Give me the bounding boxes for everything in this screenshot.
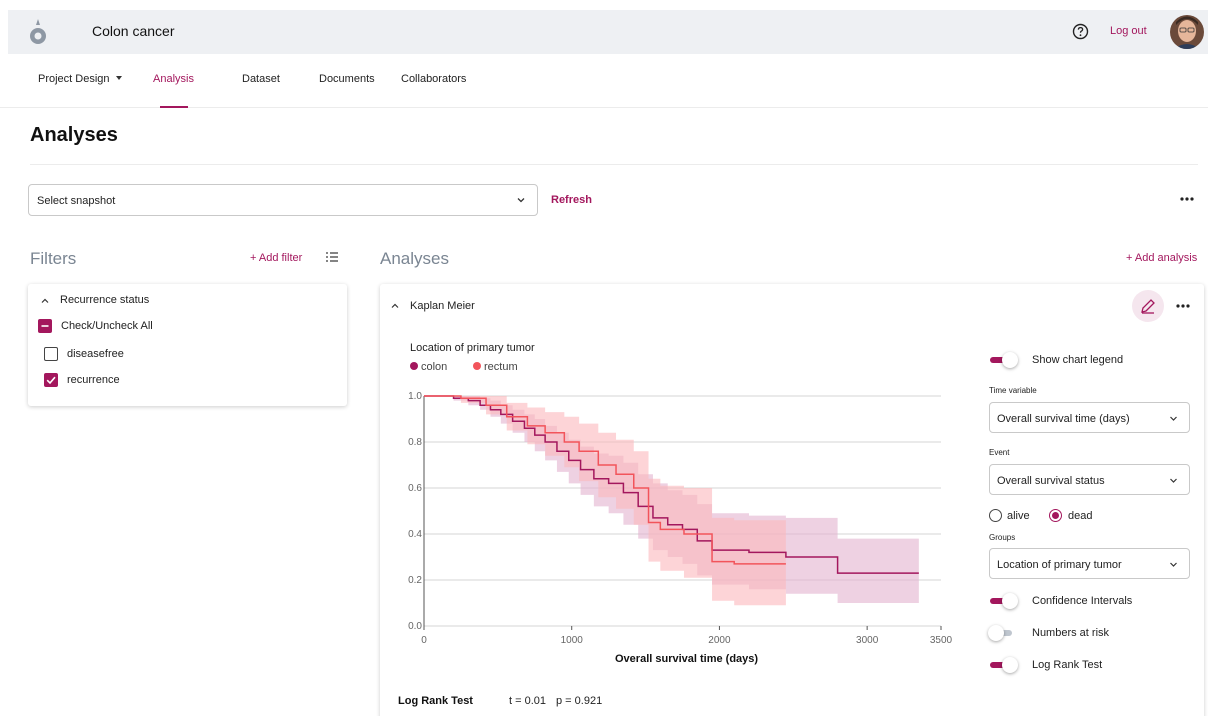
chevron-up-icon[interactable] [40, 296, 50, 306]
kaplan-meier-chart: 0.0 0.2 0.4 0.6 0.8 1.0 0 1000 2000 3000 3500 [408, 391, 953, 646]
groups-value: Location of primary tumor [997, 559, 1122, 571]
nav-dataset[interactable]: Dataset [242, 73, 280, 85]
x-tick-label: 3500 [930, 635, 953, 646]
page-title: Analyses [30, 124, 118, 146]
filter-card: Recurrence status Check/Uncheck All dise… [28, 284, 347, 406]
dead-label: dead [1068, 510, 1093, 522]
active-tab-indicator [160, 106, 188, 108]
event-select[interactable]: Overall survival status [989, 464, 1190, 495]
chevron-down-icon [1170, 562, 1177, 567]
chevron-down-icon [517, 198, 525, 203]
pencil-icon [1141, 299, 1155, 314]
nav-analysis[interactable]: Analysis [153, 73, 194, 85]
x-axis-label: Overall survival time (days) [615, 653, 759, 665]
divider [30, 164, 1198, 165]
y-tick-label: 0.0 [408, 621, 422, 632]
x-tick-label: 3000 [856, 635, 879, 646]
time-variable-label: Time variable [989, 386, 1037, 395]
snapshot-placeholder: Select snapshot [37, 195, 116, 207]
log-rank-toggle-label: Log Rank Test [1032, 659, 1103, 671]
nav-project-design-label: Project Design [38, 73, 110, 85]
x-tick-label: 2000 [708, 635, 731, 646]
diseasefree-checkbox[interactable] [44, 347, 58, 361]
help-icon[interactable] [1072, 23, 1089, 40]
log-rank-p: p = 0.921 [556, 695, 603, 707]
event-value: Overall survival status [997, 475, 1105, 487]
filter-title: Recurrence status [60, 294, 150, 306]
dead-radio[interactable] [1049, 509, 1062, 522]
recurrence-label: recurrence [67, 374, 120, 386]
chevron-down-icon [1170, 478, 1177, 483]
y-tick-label: 0.6 [408, 483, 422, 494]
logout-link[interactable]: Log out [1110, 25, 1147, 37]
check-all-checkbox[interactable] [38, 319, 52, 333]
y-tick-label: 0.8 [408, 437, 422, 448]
groups-label: Groups [989, 533, 1016, 542]
confidence-intervals-toggle[interactable] [988, 593, 1018, 609]
x-tick-label: 0 [421, 635, 427, 646]
nav-documents[interactable]: Documents [319, 73, 375, 85]
nav-collaborators[interactable]: Collaborators [401, 73, 466, 85]
groups-select[interactable]: Location of primary tumor [989, 548, 1190, 579]
time-variable-select[interactable]: Overall survival time (days) [989, 402, 1190, 433]
chevron-down-icon [1170, 416, 1177, 421]
app-logo[interactable] [26, 18, 50, 46]
caret-down-icon [115, 76, 122, 80]
add-analysis-button[interactable]: + Add analysis [1126, 252, 1197, 264]
y-tick-label: 1.0 [408, 391, 422, 402]
time-variable-value: Overall survival time (days) [997, 413, 1130, 425]
add-filter-button[interactable]: + Add filter [250, 252, 302, 264]
event-label: Event [989, 448, 1010, 457]
avatar[interactable] [1170, 15, 1204, 49]
confidence-intervals-label: Confidence Intervals [1032, 595, 1133, 607]
alive-label: alive [1007, 510, 1030, 522]
app-title: Colon cancer [92, 23, 175, 39]
list-icon[interactable] [325, 250, 339, 264]
filters-heading: Filters [30, 249, 77, 268]
alive-radio[interactable] [989, 509, 1002, 522]
numbers-at-risk-toggle[interactable] [988, 625, 1018, 641]
nav-project-design[interactable]: Project Design [38, 73, 122, 85]
more-options-icon[interactable] [1178, 190, 1196, 208]
y-tick-label: 0.2 [408, 575, 422, 586]
diseasefree-label: diseasefree [67, 348, 124, 360]
show-legend-toggle[interactable] [988, 352, 1018, 368]
y-tick-label: 0.4 [408, 529, 422, 540]
main-nav: Project Design Analysis Dataset Document… [0, 54, 1208, 108]
log-rank-t: t = 0.01 [509, 695, 547, 707]
x-tick-label: 1000 [561, 635, 584, 646]
analyses-heading: Analyses [380, 249, 449, 268]
more-options-icon[interactable] [1174, 297, 1192, 315]
recurrence-checkbox[interactable] [44, 373, 58, 387]
log-rank-toggle[interactable] [988, 657, 1018, 673]
numbers-at-risk-label: Numbers at risk [1032, 627, 1110, 639]
snapshot-select[interactable]: Select snapshot [28, 184, 538, 216]
check-all-label: Check/Uncheck All [61, 320, 153, 332]
show-legend-label: Show chart legend [1032, 354, 1124, 366]
refresh-button[interactable]: Refresh [551, 194, 592, 206]
log-rank-result-label: Log Rank Test [398, 695, 473, 707]
top-bar: Colon cancer Log out [8, 10, 1208, 54]
analysis-card: Kaplan Meier Location of primary tumor c… [380, 284, 1204, 716]
edit-button[interactable] [1132, 290, 1164, 322]
